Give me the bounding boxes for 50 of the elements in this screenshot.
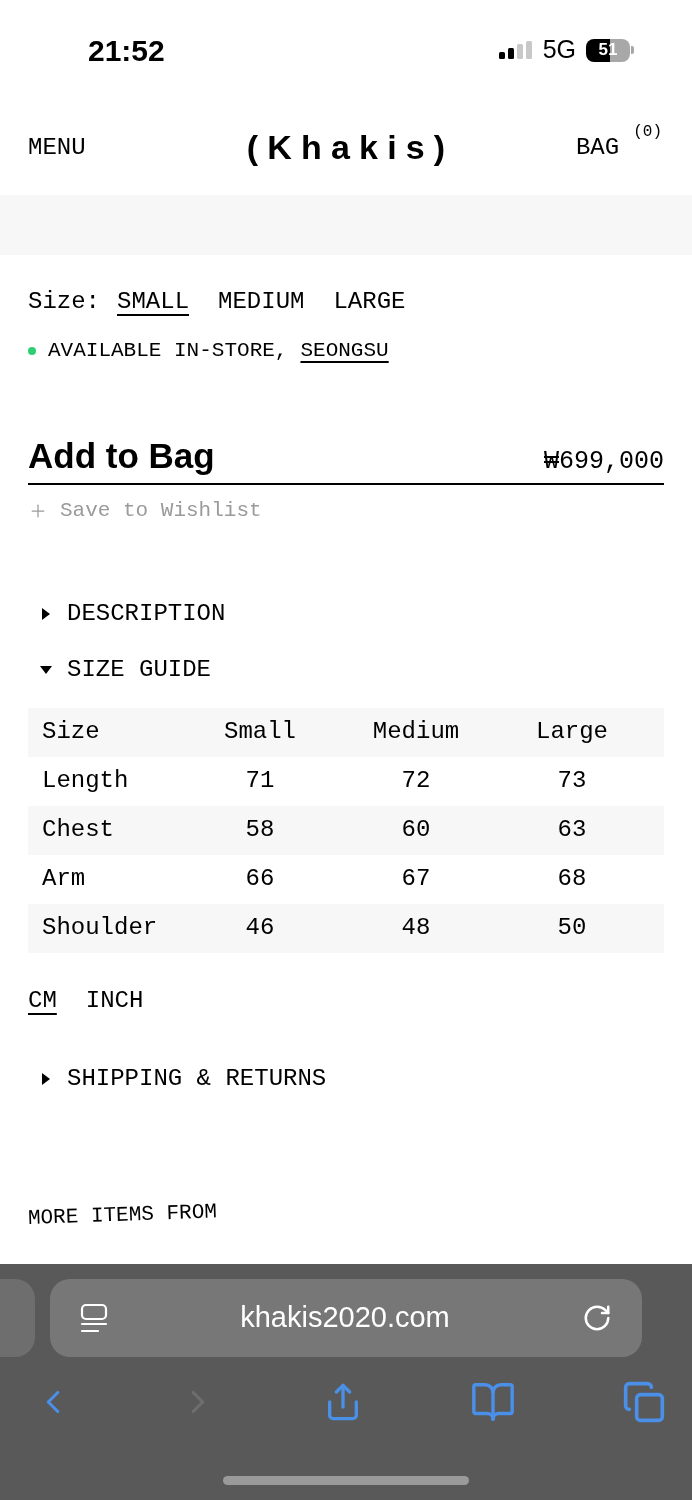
price-text: ₩699,000	[543, 446, 664, 478]
network-label: 5G	[542, 34, 576, 66]
signal-icon	[498, 41, 533, 59]
caret-down-icon	[40, 665, 52, 674]
table-cell-text: Chest	[42, 815, 115, 845]
reload-icon[interactable]	[582, 1303, 612, 1333]
accordion-header[interactable]: SIZE GUIDE	[40, 654, 212, 685]
accordion-header[interactable]: DESCRIPTION	[40, 598, 226, 629]
caret-right-icon	[42, 1072, 50, 1085]
table-cell-text: 68	[556, 864, 588, 894]
table-cell-text: 63	[556, 815, 588, 845]
status-dot-icon	[28, 347, 36, 355]
caret-right-icon	[42, 607, 50, 620]
availability-text: AVAILABLE IN-STORE,	[48, 338, 288, 365]
tabs-icon[interactable]	[622, 1380, 666, 1424]
unit-option[interactable]: CM	[28, 982, 57, 1019]
column-header: Size	[42, 717, 101, 747]
table-cell-text: 67	[400, 864, 432, 894]
table-cell-text: 72	[400, 766, 432, 796]
accordion-header[interactable]: SHIPPING & RETURNS	[40, 1063, 327, 1094]
status-time: 21:52	[88, 32, 165, 69]
table-cell-text: 58	[244, 815, 276, 845]
store-link[interactable]: SEONGSU	[300, 335, 389, 367]
table-cell-text: Arm	[42, 864, 87, 894]
store-logo[interactable]: (Khakis)	[237, 122, 455, 173]
add-to-bag-button[interactable]: Add to Bag	[28, 436, 215, 476]
size-label: Size:	[28, 287, 100, 317]
bag-button[interactable]: BAG	[575, 129, 620, 166]
column-header: Small	[223, 717, 297, 747]
reader-icon[interactable]	[80, 1303, 108, 1333]
table-cell-text: 71	[244, 766, 276, 796]
size-option[interactable]: MEDIUM	[218, 284, 305, 320]
menu-button[interactable]: MENU	[28, 129, 86, 166]
table-cell-text: 73	[556, 766, 588, 796]
address-bar[interactable]: khakis2020.com	[50, 1279, 642, 1357]
url-text[interactable]: khakis2020.com	[108, 1296, 582, 1340]
table-cell-text: Length	[42, 766, 130, 796]
size-option[interactable]: SMALL	[117, 284, 190, 320]
size-option[interactable]: LARGE	[333, 284, 406, 320]
table-cell-text: 60	[400, 815, 432, 845]
bag-count: (0)	[633, 121, 662, 143]
table-cell-text: 66	[244, 864, 276, 894]
table-cell-text: 48	[400, 913, 432, 943]
table-cell-text: Shoulder	[42, 913, 159, 943]
table-cell-text: 50	[556, 913, 588, 943]
column-header: Large	[535, 717, 609, 747]
unit-option[interactable]: INCH	[85, 982, 144, 1019]
table-cell-text: 46	[244, 913, 276, 943]
section-heading: MORE ITEMS FROM	[27, 1198, 218, 1232]
column-header: Medium	[371, 717, 461, 747]
